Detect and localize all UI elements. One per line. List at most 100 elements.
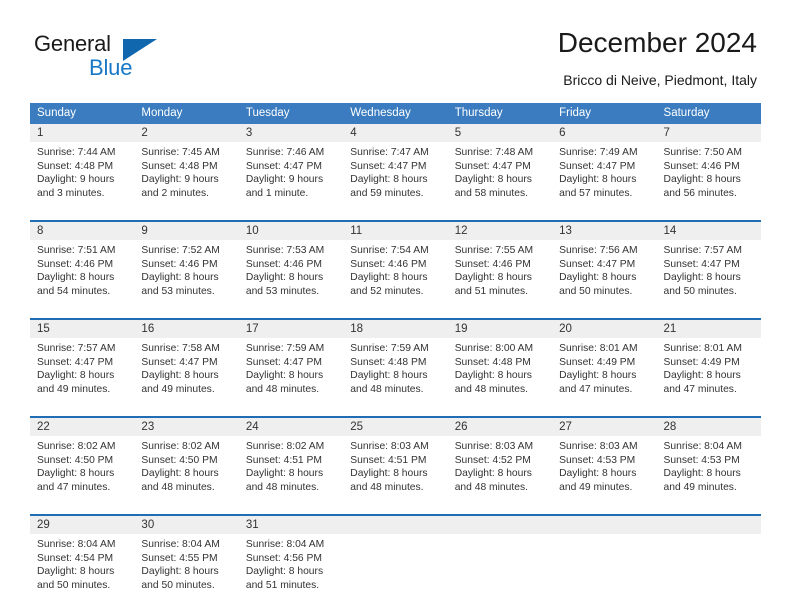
calendar-day-cell[interactable]: 30 Sunrise: 8:04 AM Sunset: 4:55 PM Dayligh… bbox=[134, 516, 239, 606]
calendar-day-cell[interactable]: 10 Sunrise: 7:53 AM Sunset: 4:46 PM Dayligh… bbox=[238, 222, 344, 312]
weekday-header-row: Sunday Monday Tuesday Wednesday Thursday… bbox=[30, 103, 761, 124]
daylight-duration-line2: and 54 minutes. bbox=[37, 285, 111, 297]
calendar-day-cell[interactable]: 25 Sunrise: 8:03 AM Sunset: 4:51 PM Dayligh… bbox=[343, 418, 448, 508]
sunset-time: Sunset: 4:48 PM bbox=[37, 160, 114, 172]
sunrise-time: Sunrise: 7:52 AM bbox=[141, 245, 220, 256]
day-number: 26 bbox=[447, 418, 553, 436]
calendar-day-cell[interactable]: 16 Sunrise: 7:58 AM Sunset: 4:47 PM Dayligh… bbox=[134, 320, 239, 410]
daylight-duration-line1: Daylight: 9 hours bbox=[245, 174, 324, 186]
daylight-duration-line2: and 47 minutes. bbox=[663, 383, 737, 395]
day-number: 24 bbox=[238, 418, 344, 436]
calendar-day-cell[interactable]: 14 Sunrise: 7:57 AM Sunset: 4:47 PM Dayligh… bbox=[656, 222, 761, 312]
day-number: 28 bbox=[656, 418, 761, 436]
calendar-day-cell[interactable]: 11 Sunrise: 7:54 AM Sunset: 4:46 PM Dayligh… bbox=[343, 222, 448, 312]
day-details: Sunrise: 7:53 AM Sunset: 4:46 PM Daylight:… bbox=[239, 240, 343, 298]
day-number: 12 bbox=[447, 222, 553, 240]
calendar-day-cell[interactable]: 1 Sunrise: 7:44 AM Sunset: 4:48 PM Daylight… bbox=[30, 124, 135, 214]
calendar-day-cell[interactable]: 5 Sunrise: 7:48 AM Sunset: 4:47 PM Daylight… bbox=[447, 124, 553, 214]
calendar-day-cell[interactable]: 18 Sunrise: 7:59 AM Sunset: 4:48 PM Dayligh… bbox=[343, 320, 448, 410]
title-block: December 2024 Bricco di Neive, Piedmont,… bbox=[558, 26, 757, 90]
day-details: Sunrise: 8:02 AM Sunset: 4:51 PM Daylight:… bbox=[239, 436, 343, 494]
day-details: Sunrise: 7:46 AM Sunset: 4:47 PM Daylight:… bbox=[239, 142, 343, 200]
sunset-time: Sunset: 4:51 PM bbox=[350, 454, 427, 466]
day-number: 13 bbox=[552, 222, 657, 240]
calendar-day-cell[interactable]: 7 Sunrise: 7:50 AM Sunset: 4:46 PM Daylight… bbox=[656, 124, 761, 214]
daylight-duration-line2: and 53 minutes. bbox=[141, 285, 215, 297]
daylight-duration-line2: and 48 minutes. bbox=[141, 481, 215, 493]
calendar-day-cell[interactable]: 21 Sunrise: 8:01 AM Sunset: 4:49 PM Dayligh… bbox=[656, 320, 761, 410]
calendar-week-row: 15 Sunrise: 7:57 AM Sunset: 4:47 PM Dayligh… bbox=[30, 318, 761, 410]
sunset-time: Sunset: 4:46 PM bbox=[37, 258, 114, 270]
day-number bbox=[656, 516, 761, 534]
day-details: Sunrise: 7:51 AM Sunset: 4:46 PM Daylight:… bbox=[30, 240, 134, 298]
calendar-grid: Sunday Monday Tuesday Wednesday Thursday… bbox=[30, 103, 761, 606]
sunset-time: Sunset: 4:47 PM bbox=[559, 258, 636, 270]
calendar-day-cell[interactable]: 2 Sunrise: 7:45 AM Sunset: 4:48 PM Daylight… bbox=[134, 124, 239, 214]
calendar-day-cell[interactable]: 22 Sunrise: 8:02 AM Sunset: 4:50 PM Dayligh… bbox=[30, 418, 135, 508]
day-details: Sunrise: 7:56 AM Sunset: 4:47 PM Daylight:… bbox=[552, 240, 656, 298]
sunrise-time: Sunrise: 7:55 AM bbox=[454, 245, 534, 256]
calendar-day-cell[interactable]: 29 Sunrise: 8:04 AM Sunset: 4:54 PM Dayligh… bbox=[30, 516, 135, 606]
weekday-header-friday: Friday bbox=[559, 107, 592, 119]
daylight-duration-line1: Daylight: 8 hours bbox=[141, 272, 219, 284]
calendar-day-cell[interactable]: 8 Sunrise: 7:51 AM Sunset: 4:46 PM Daylight… bbox=[30, 222, 135, 312]
calendar-page: General Blue December 2024 Bricco di Nei… bbox=[0, 0, 792, 612]
daylight-duration-line1: Daylight: 8 hours bbox=[245, 272, 324, 284]
day-number: 17 bbox=[238, 320, 344, 338]
sunset-time: Sunset: 4:46 PM bbox=[350, 258, 427, 270]
daylight-duration-line1: Daylight: 8 hours bbox=[245, 468, 324, 480]
daylight-duration-line2: and 48 minutes. bbox=[454, 383, 528, 395]
daylight-duration-line2: and 57 minutes. bbox=[559, 187, 633, 199]
calendar-day-cell[interactable]: 9 Sunrise: 7:52 AM Sunset: 4:46 PM Daylight… bbox=[134, 222, 239, 312]
day-number: 16 bbox=[134, 320, 239, 338]
calendar-day-cell[interactable]: 26 Sunrise: 8:03 AM Sunset: 4:52 PM Dayligh… bbox=[447, 418, 553, 508]
daylight-duration-line2: and 48 minutes. bbox=[454, 481, 528, 493]
sunrise-time: Sunrise: 7:59 AM bbox=[245, 343, 325, 354]
calendar-day-cell[interactable]: 13 Sunrise: 7:56 AM Sunset: 4:47 PM Dayligh… bbox=[552, 222, 657, 312]
daylight-duration-line1: Daylight: 9 hours bbox=[37, 174, 115, 186]
daylight-duration-line2: and 47 minutes. bbox=[559, 383, 633, 395]
calendar-day-cell[interactable]: 3 Sunrise: 7:46 AM Sunset: 4:47 PM Daylight… bbox=[238, 124, 344, 214]
calendar-weeks: 1 Sunrise: 7:44 AM Sunset: 4:48 PM Daylight… bbox=[30, 124, 761, 606]
day-details: Sunrise: 8:03 AM Sunset: 4:51 PM Daylight:… bbox=[343, 436, 447, 494]
day-details: Sunrise: 7:48 AM Sunset: 4:47 PM Daylight:… bbox=[448, 142, 552, 200]
daylight-duration-line2: and 48 minutes. bbox=[350, 481, 424, 493]
calendar-day-cell[interactable]: 15 Sunrise: 7:57 AM Sunset: 4:47 PM Dayligh… bbox=[30, 320, 135, 410]
calendar-day-cell[interactable]: 23 Sunrise: 8:02 AM Sunset: 4:50 PM Dayligh… bbox=[134, 418, 239, 508]
calendar-day-cell[interactable]: 4 Sunrise: 7:47 AM Sunset: 4:47 PM Daylight… bbox=[343, 124, 448, 214]
calendar-day-cell[interactable]: 27 Sunrise: 8:03 AM Sunset: 4:53 PM Dayligh… bbox=[552, 418, 657, 508]
calendar-day-cell[interactable]: 12 Sunrise: 7:55 AM Sunset: 4:46 PM Dayligh… bbox=[447, 222, 553, 312]
calendar-day-cell[interactable]: 31 Sunrise: 8:04 AM Sunset: 4:56 PM Dayligh… bbox=[238, 516, 344, 606]
calendar-day-cell[interactable]: 17 Sunrise: 7:59 AM Sunset: 4:47 PM Dayligh… bbox=[238, 320, 344, 410]
calendar-day-cell[interactable]: 28 Sunrise: 8:04 AM Sunset: 4:53 PM Dayligh… bbox=[656, 418, 761, 508]
daylight-duration-line2: and 52 minutes. bbox=[350, 285, 424, 297]
day-number: 15 bbox=[30, 320, 135, 338]
weekday-header-monday: Monday bbox=[141, 107, 183, 119]
daylight-duration-line1: Daylight: 8 hours bbox=[350, 370, 428, 382]
daylight-duration-line1: Daylight: 8 hours bbox=[559, 272, 637, 284]
day-details: Sunrise: 8:04 AM Sunset: 4:53 PM Daylight:… bbox=[657, 436, 761, 494]
daylight-duration-line1: Daylight: 8 hours bbox=[559, 468, 637, 480]
sunset-time: Sunset: 4:47 PM bbox=[663, 258, 740, 270]
calendar-day-cell[interactable]: 24 Sunrise: 8:02 AM Sunset: 4:51 PM Dayligh… bbox=[238, 418, 344, 508]
day-details: Sunrise: 7:59 AM Sunset: 4:48 PM Daylight:… bbox=[343, 338, 447, 396]
generalblue-logo[interactable]: General Blue bbox=[34, 31, 234, 85]
calendar-day-cell[interactable]: 6 Sunrise: 7:49 AM Sunset: 4:47 PM Daylight… bbox=[552, 124, 657, 214]
calendar-day-cell[interactable]: 20 Sunrise: 8:01 AM Sunset: 4:49 PM Dayligh… bbox=[552, 320, 657, 410]
day-details: Sunrise: 8:04 AM Sunset: 4:56 PM Daylight:… bbox=[239, 534, 343, 592]
sunrise-time: Sunrise: 7:47 AM bbox=[350, 147, 429, 158]
day-details: Sunrise: 7:47 AM Sunset: 4:47 PM Daylight:… bbox=[343, 142, 447, 200]
sunrise-time: Sunrise: 7:45 AM bbox=[141, 147, 220, 158]
sunrise-time: Sunrise: 8:04 AM bbox=[37, 539, 116, 550]
daylight-duration-line1: Daylight: 8 hours bbox=[559, 174, 637, 186]
day-details: Sunrise: 7:50 AM Sunset: 4:46 PM Daylight:… bbox=[657, 142, 761, 200]
daylight-duration-line2: and 51 minutes. bbox=[245, 579, 320, 591]
day-details: Sunrise: 8:04 AM Sunset: 4:55 PM Daylight:… bbox=[134, 534, 238, 592]
daylight-duration-line1: Daylight: 8 hours bbox=[37, 272, 115, 284]
sunset-time: Sunset: 4:56 PM bbox=[245, 552, 322, 564]
daylight-duration-line1: Daylight: 8 hours bbox=[37, 370, 115, 382]
sunrise-time: Sunrise: 8:00 AM bbox=[454, 343, 534, 354]
sunrise-time: Sunrise: 8:01 AM bbox=[559, 343, 638, 354]
calendar-day-cell[interactable]: 19 Sunrise: 8:00 AM Sunset: 4:48 PM Dayligh… bbox=[447, 320, 553, 410]
calendar-week-row: 1 Sunrise: 7:44 AM Sunset: 4:48 PM Daylight… bbox=[30, 124, 761, 214]
